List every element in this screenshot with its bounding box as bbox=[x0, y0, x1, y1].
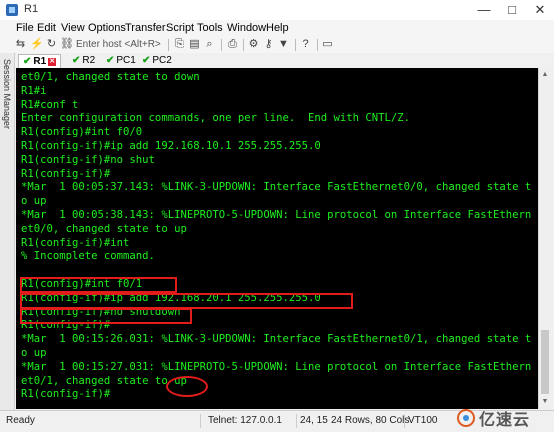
toolbar-separator bbox=[243, 39, 244, 51]
connected-check-icon: ✔ bbox=[106, 55, 115, 66]
close-button[interactable]: ✕ bbox=[526, 0, 554, 20]
connect-icon[interactable]: ⇆ bbox=[14, 38, 27, 51]
terminal-line: R1(config)#int f0/0 bbox=[21, 126, 143, 139]
menu-view[interactable]: View bbox=[61, 22, 85, 34]
reconnect-icon[interactable]: ↻ bbox=[45, 38, 58, 51]
terminal-line: Enter configuration commands, one per li… bbox=[21, 112, 411, 125]
terminal-line: R1(config-if)# bbox=[21, 388, 111, 401]
tab-pc1[interactable]: ✔ PC1 bbox=[102, 54, 140, 67]
status-separator bbox=[200, 414, 201, 428]
menu-help[interactable]: Help bbox=[266, 22, 289, 34]
terminal-line: *Mar 1 00:05:37.143: %LINK-3-UPDOWN: Int… bbox=[21, 181, 532, 194]
filter-icon[interactable]: ▼ bbox=[277, 38, 290, 51]
lightning-icon[interactable]: ⚡ bbox=[30, 38, 44, 51]
menu-window[interactable]: Window bbox=[227, 22, 266, 34]
highlight-up bbox=[166, 376, 208, 397]
toolbar-separator bbox=[168, 39, 169, 51]
tab-label: R2 bbox=[82, 55, 96, 66]
terminal-line: R1(config-if)#no shut bbox=[21, 153, 155, 166]
tab-r1[interactable]: ✔ R1 ✕ bbox=[18, 54, 62, 68]
settings-icon[interactable]: ⚙ bbox=[247, 38, 260, 51]
status-terminal-type: VT100 bbox=[408, 415, 438, 426]
tab-r2[interactable]: ✔ R2 bbox=[68, 54, 99, 67]
session-tabs: ✔ R1 ✕ ✔ R2 ✔ PC1 ✔ PC2 bbox=[16, 53, 554, 68]
scroll-down-icon[interactable]: ▼ bbox=[541, 398, 549, 406]
terminal-scrollbar[interactable]: ▲ ▼ bbox=[538, 68, 551, 409]
close-tab-icon[interactable]: ✕ bbox=[48, 57, 57, 66]
scroll-thumb[interactable] bbox=[541, 330, 549, 394]
highlight-int-f0-1 bbox=[20, 277, 177, 293]
help-icon[interactable]: ? bbox=[299, 38, 312, 51]
toolbar-separator bbox=[295, 39, 296, 51]
title-bar: R1 — □ ✕ bbox=[0, 0, 554, 21]
terminal-line: *Mar 1 00:05:38.143: %LINEPROTO-5-UPDOWN… bbox=[21, 208, 532, 221]
terminal-line: R1#conf t bbox=[21, 98, 79, 111]
watermark: 亿速云 bbox=[457, 406, 530, 430]
watermark-text: 亿速云 bbox=[479, 412, 531, 429]
menu-script[interactable]: Script bbox=[166, 22, 194, 34]
connected-check-icon: ✔ bbox=[72, 55, 81, 66]
tab-label: R1 bbox=[33, 56, 47, 67]
monitor-icon[interactable]: ▭ bbox=[321, 38, 334, 51]
toolbar-separator bbox=[221, 39, 222, 51]
connected-check-icon: ✔ bbox=[142, 55, 151, 66]
session-manager-label: Session Manager bbox=[2, 59, 12, 130]
maximize-button[interactable]: □ bbox=[498, 0, 526, 20]
terminal-line: et0/1, changed state to down bbox=[21, 71, 200, 83]
toolbar-separator bbox=[317, 39, 318, 51]
status-separator bbox=[404, 414, 405, 428]
tab-label: PC2 bbox=[152, 55, 172, 66]
menu-edit[interactable]: Edit bbox=[37, 22, 56, 34]
terminal-line: o up bbox=[21, 346, 47, 359]
link-icon[interactable]: ⛓ bbox=[60, 38, 74, 51]
status-separator bbox=[296, 414, 297, 428]
terminal-line: R1(config-if)#int bbox=[21, 236, 130, 249]
watermark-logo-icon bbox=[457, 409, 475, 427]
paste-icon[interactable]: ▤ bbox=[188, 38, 201, 51]
terminal-line: R1#i bbox=[21, 84, 47, 97]
terminal-line: R1(config-if)# bbox=[21, 167, 111, 180]
highlight-ip-add bbox=[20, 293, 353, 309]
tab-label: PC1 bbox=[116, 55, 136, 66]
key-icon[interactable]: ⚷ bbox=[262, 38, 275, 51]
status-cursor: 24, 15 bbox=[300, 415, 328, 426]
toolbar: ⇆ ⚡ ↻ ⛓ Enter host <Alt+R> ⎘ ▤ ⌕ ⎙ ⚙ ⚷ ▼… bbox=[0, 37, 554, 54]
app-icon bbox=[6, 4, 18, 16]
status-size: 24 Rows, 80 Cols bbox=[331, 415, 410, 426]
tab-pc2[interactable]: ✔ PC2 bbox=[138, 54, 176, 67]
minimize-button[interactable]: — bbox=[470, 0, 498, 20]
copy-icon[interactable]: ⎘ bbox=[173, 38, 186, 51]
menu-file[interactable]: File bbox=[16, 22, 34, 34]
session-manager-panel[interactable]: Session Manager bbox=[0, 53, 15, 410]
terminal-line: % Incomplete command. bbox=[21, 250, 155, 263]
host-input[interactable]: Enter host <Alt+R> bbox=[76, 39, 161, 50]
terminal-line: et0/0, changed state to up bbox=[21, 222, 187, 235]
menu-transfer[interactable]: Transfer bbox=[125, 22, 166, 34]
terminal-output: et0/1, changed state to down R1#i R1#con… bbox=[21, 71, 531, 402]
highlight-no-shutdown bbox=[20, 308, 192, 324]
print-icon[interactable]: ⎙ bbox=[226, 38, 239, 51]
terminal-screen[interactable]: et0/1, changed state to down R1#i R1#con… bbox=[16, 68, 538, 409]
terminal-line: o up bbox=[21, 195, 47, 208]
menu-tools[interactable]: Tools bbox=[197, 22, 223, 34]
terminal-line: *Mar 1 00:15:26.031: %LINK-3-UPDOWN: Int… bbox=[21, 333, 532, 346]
menu-options[interactable]: Options bbox=[88, 22, 126, 34]
connected-check-icon: ✔ bbox=[23, 56, 32, 67]
window-title: R1 bbox=[24, 3, 39, 15]
terminal-line: *Mar 1 00:15:27.031: %LINEPROTO-5-UPDOWN… bbox=[21, 360, 532, 373]
menu-bar: File Edit View Options Transfer Script T… bbox=[0, 20, 554, 37]
status-telnet: Telnet: 127.0.0.1 bbox=[208, 415, 282, 426]
terminal-line: et0/1, changed state to up bbox=[21, 374, 187, 387]
scroll-up-icon[interactable]: ▲ bbox=[541, 71, 549, 79]
status-ready: Ready bbox=[6, 415, 35, 426]
terminal-line: R1(config-if)#ip add 192.168.10.1 255.25… bbox=[21, 139, 321, 152]
find-icon[interactable]: ⌕ bbox=[203, 38, 216, 51]
